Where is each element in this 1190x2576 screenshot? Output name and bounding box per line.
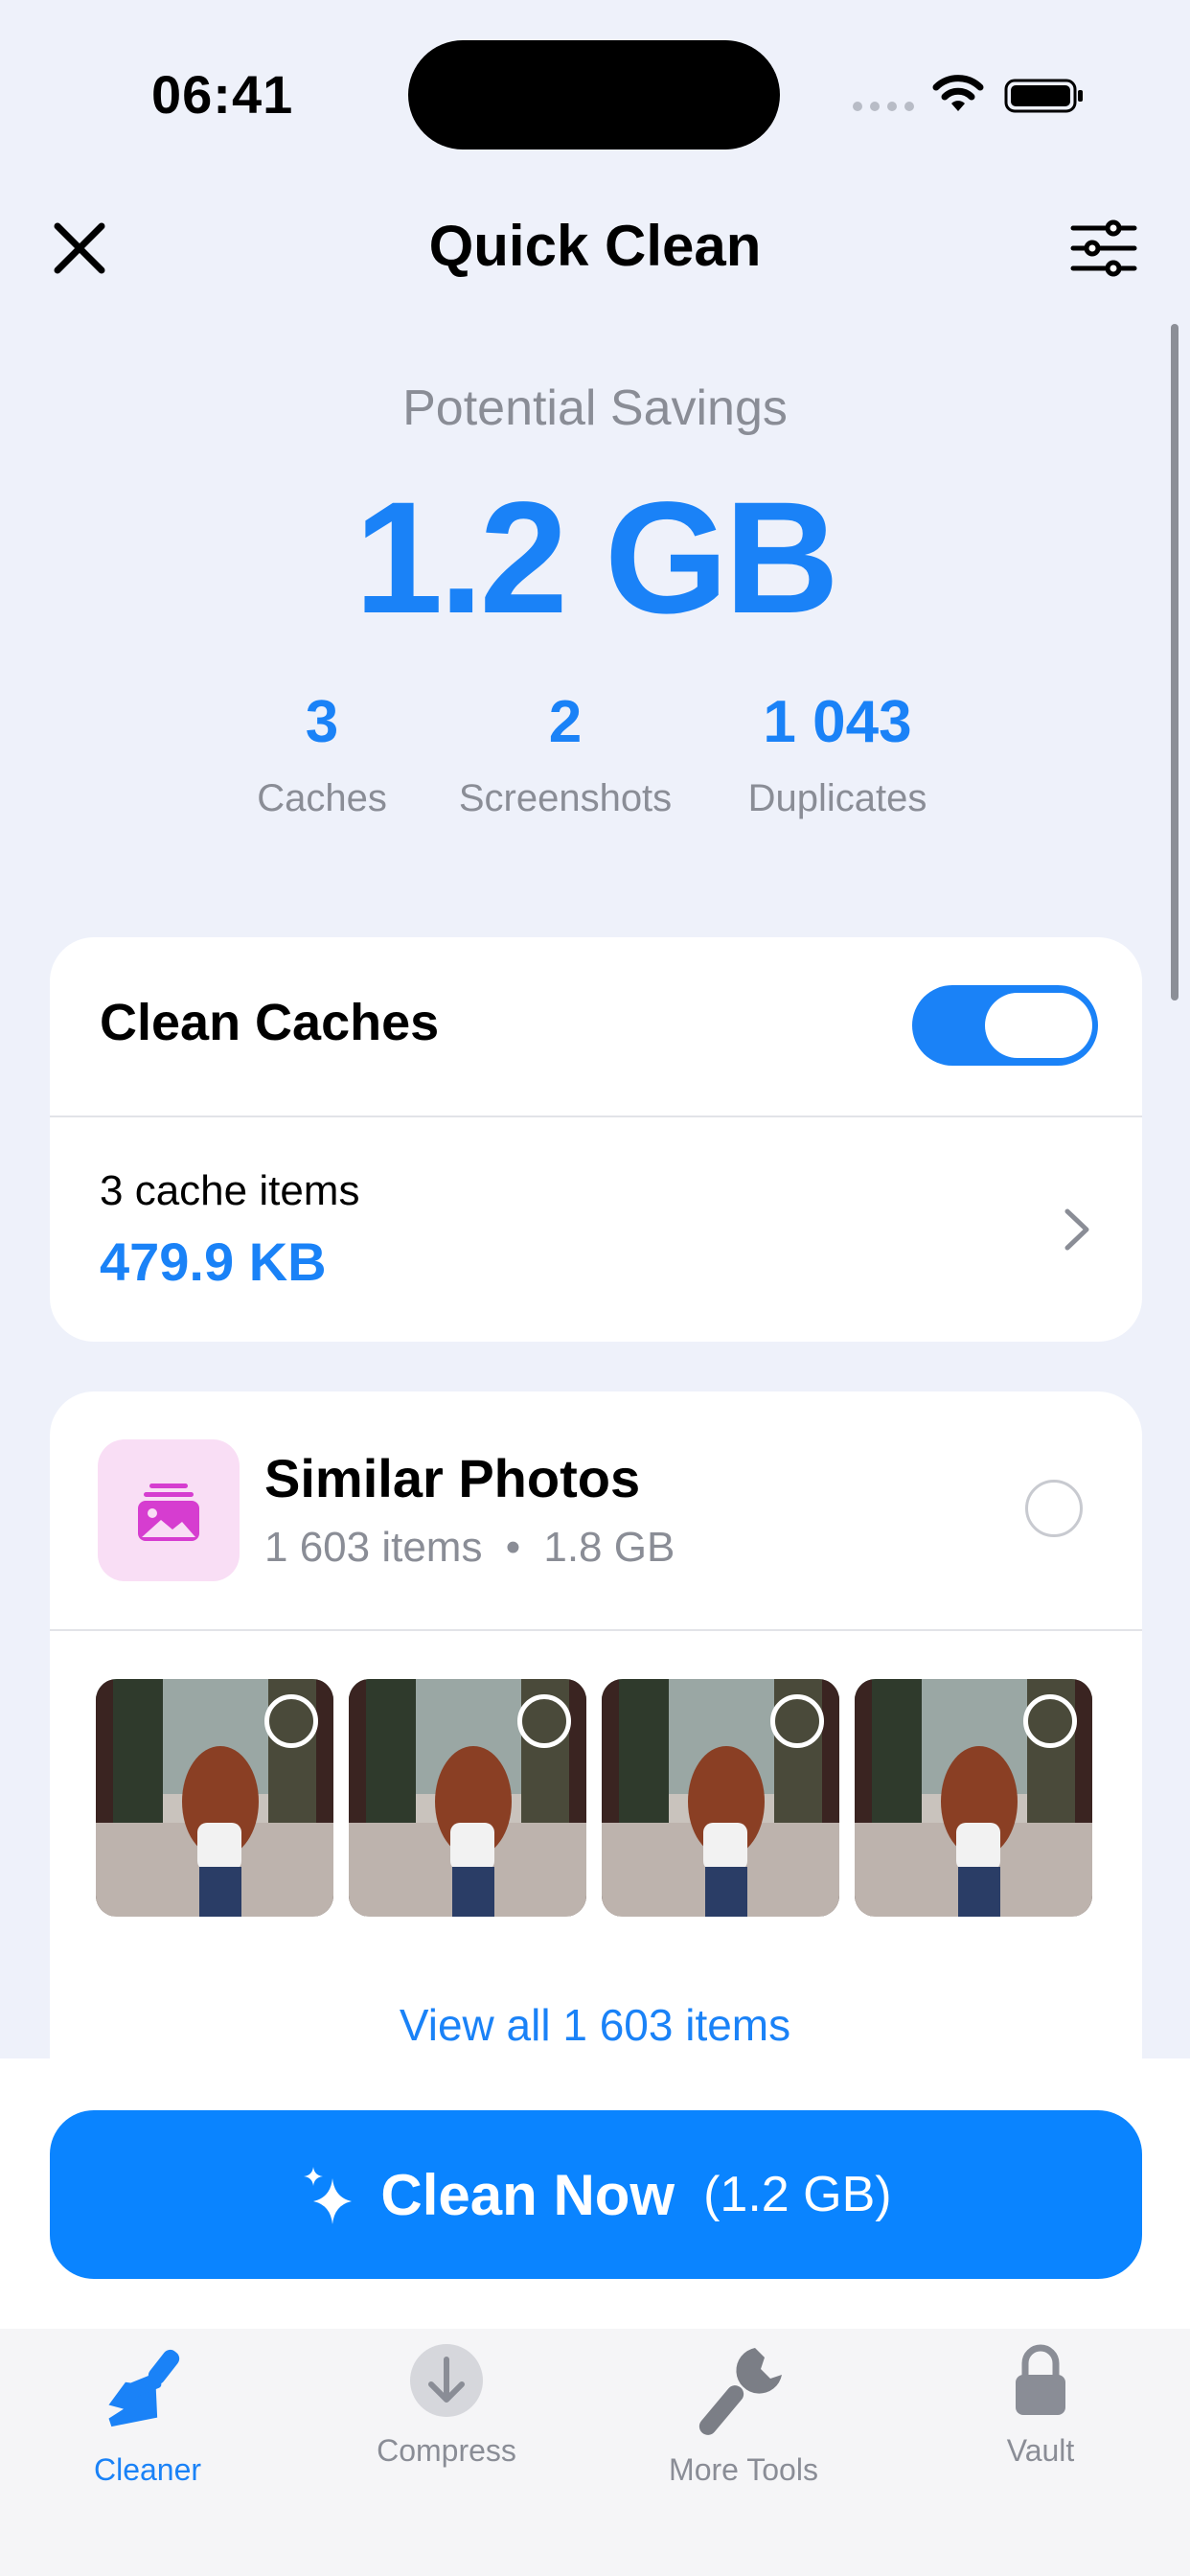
tab-more-tools[interactable]: More Tools xyxy=(629,2342,858,2488)
stat-duplicates: 1 043 Duplicates xyxy=(722,688,952,820)
battery-icon xyxy=(1004,79,1083,113)
tab-vault[interactable]: Vault xyxy=(926,2342,1156,2469)
tab-compress-label: Compress xyxy=(377,2433,516,2468)
stat-screenshots: 2 Screenshots xyxy=(441,688,690,820)
clean-now-size: (1.2 GB) xyxy=(703,2167,892,2222)
stat-screenshots-label: Screenshots xyxy=(458,777,673,819)
photo-thumbnail[interactable] xyxy=(602,1679,839,1917)
tab-cleaner[interactable]: Cleaner xyxy=(33,2342,263,2488)
tab-compress[interactable]: Compress xyxy=(332,2342,561,2469)
tab-cleaner-label: Cleaner xyxy=(93,2452,202,2487)
stat-duplicates-label: Duplicates xyxy=(747,777,927,819)
broom-icon xyxy=(108,2349,180,2427)
photo-select-checkbox[interactable] xyxy=(1023,1694,1077,1748)
potential-savings-value: 1.2 GB xyxy=(355,470,839,647)
lock-icon xyxy=(1016,2344,1065,2415)
divider xyxy=(50,1629,1142,1631)
similar-photos-meta: 1 603 items • 1.8 GB xyxy=(264,1524,675,1572)
wifi-icon xyxy=(932,75,984,111)
download-arrow-icon xyxy=(410,2344,483,2417)
status-time: 06:41 xyxy=(151,64,294,125)
chevron-right-icon xyxy=(1064,1208,1089,1251)
select-all-similar-checkbox[interactable] xyxy=(1025,1480,1083,1537)
cache-items-count: 3 cache items xyxy=(100,1167,360,1214)
photo-stack-icon xyxy=(98,1439,240,1581)
dynamic-island xyxy=(408,40,780,150)
page-title: Quick Clean xyxy=(428,214,762,278)
tab-vault-label: Vault xyxy=(1006,2433,1075,2468)
cache-items-row[interactable] xyxy=(50,1117,1142,1342)
stat-screenshots-number: 2 xyxy=(548,689,583,755)
stat-caches-number: 3 xyxy=(305,689,339,755)
cache-items-size: 479.9 KB xyxy=(100,1231,327,1292)
photo-thumbnail[interactable] xyxy=(349,1679,586,1917)
toggle-knob xyxy=(985,993,1092,1058)
view-all-link[interactable]: View all 1 603 items xyxy=(0,1999,1190,2051)
photo-select-checkbox[interactable] xyxy=(770,1694,824,1748)
sparkles-icon xyxy=(304,2167,353,2224)
stat-caches: 3 Caches xyxy=(226,688,418,820)
photo-thumbnail[interactable] xyxy=(96,1679,333,1917)
clean-caches-title: Clean Caches xyxy=(100,994,440,1051)
cellular-signal-icon xyxy=(853,102,914,111)
similar-photos-count: 1 603 items xyxy=(264,1524,483,1571)
wrench-icon xyxy=(698,2348,782,2435)
photo-select-checkbox[interactable] xyxy=(264,1694,318,1748)
similar-photos-title: Similar Photos xyxy=(264,1448,641,1508)
stat-duplicates-number: 1 043 xyxy=(763,689,912,755)
similar-photos-size: 1.8 GB xyxy=(543,1524,675,1571)
stat-caches-label: Caches xyxy=(257,777,387,819)
clean-now-label: Clean Now xyxy=(380,2162,675,2227)
photo-thumbnail[interactable] xyxy=(855,1679,1092,1917)
meta-separator: • xyxy=(505,1524,521,1571)
photo-select-checkbox[interactable] xyxy=(517,1694,571,1748)
clean-now-button[interactable]: Clean Now (1.2 GB) xyxy=(50,2110,1142,2279)
filter-settings-button[interactable] xyxy=(1067,217,1140,280)
tab-more-tools-label: More Tools xyxy=(669,2452,818,2487)
potential-savings-label: Potential Savings xyxy=(402,380,788,436)
